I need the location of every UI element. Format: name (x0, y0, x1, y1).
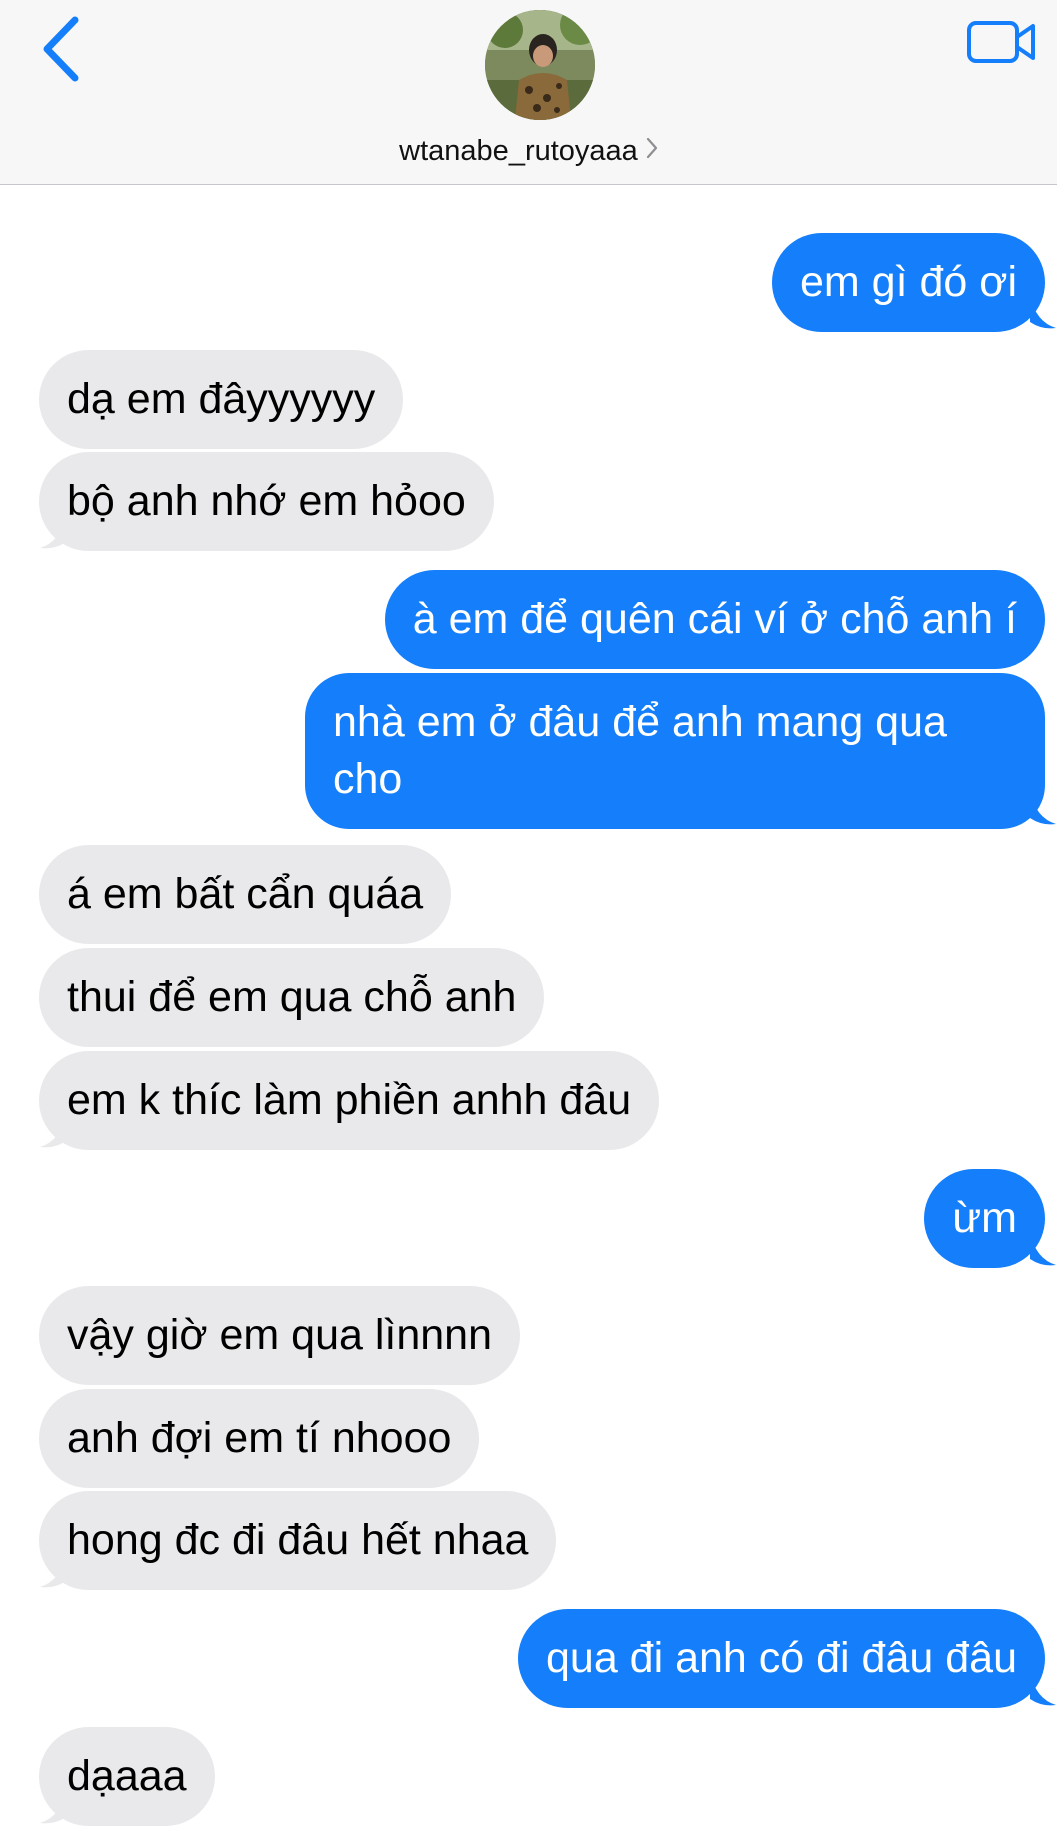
message-text: dạaaa (67, 1752, 187, 1800)
message-text: hong đc đi đâu hết nhaa (67, 1516, 529, 1564)
message-text: à em để quên cái ví ở chỗ anh í (412, 595, 1017, 643)
message-text: em gì đó ơi (799, 258, 1017, 306)
message-text: thui để em qua chỗ anh (67, 973, 517, 1021)
received-message-bubble[interactable]: thui để em qua chỗ anh (39, 948, 545, 1047)
sent-bubble-tail (1030, 792, 1056, 825)
message-text: anh đợi em tí nhooo (67, 1414, 452, 1462)
received-bubble-tail (40, 1791, 66, 1824)
back-button[interactable] (36, 14, 86, 84)
received-message-bubble[interactable]: bộ anh nhớ em hỏoo (39, 452, 494, 551)
sent-bubble-tail (1030, 1673, 1056, 1706)
message-text: vậy giờ em qua lìnnnn (67, 1311, 493, 1359)
received-message-bubble[interactable]: dạ em đâyyyyyy (39, 350, 404, 449)
sent-message-bubble[interactable]: nhà em ở đâu để anh mang qua cho (305, 673, 1045, 829)
sent-message-bubble[interactable]: qua đi anh có đi đâu đâu (517, 1609, 1045, 1708)
message-text: ừm (952, 1194, 1017, 1242)
message-text: bộ anh nhớ em hỏoo (67, 477, 466, 525)
sent-bubble-tail (1030, 296, 1056, 329)
chevron-left-icon (43, 16, 79, 82)
chevron-right-icon (646, 134, 658, 167)
sent-bubble-tail (1030, 1233, 1056, 1266)
received-message-bubble[interactable]: vậy giờ em qua lìnnnn (39, 1286, 521, 1385)
contact-name-button[interactable]: wtanabe_rutoyaaa (0, 135, 1057, 169)
avatar-photo (485, 10, 595, 120)
received-bubble-tail (40, 516, 66, 549)
chat-screen: wtanabe_rutoyaaa em gì đó ơi dạ em đâyyy… (0, 0, 1057, 1842)
received-message-bubble[interactable]: á em bất cẩn quáa (39, 845, 452, 944)
message-text: á em bất cẩn quáa (67, 870, 424, 918)
avatar[interactable] (485, 10, 595, 120)
video-call-button[interactable] (966, 18, 1038, 68)
message-text: qua đi anh có đi đâu đâu (545, 1634, 1017, 1682)
video-camera-icon (967, 21, 1035, 63)
message-text: dạ em đâyyyyyy (67, 375, 376, 423)
conversation-header: wtanabe_rutoyaaa (0, 0, 1057, 185)
received-bubble-tail (40, 1555, 66, 1588)
sent-message-bubble[interactable]: à em để quên cái ví ở chỗ anh í (384, 570, 1045, 669)
sent-message-bubble[interactable]: ừm (924, 1169, 1045, 1268)
message-text: em k thíc làm phiền anhh đâu (67, 1076, 632, 1124)
received-message-bubble[interactable]: anh đợi em tí nhooo (39, 1389, 480, 1488)
received-message-bubble[interactable]: em k thíc làm phiền anhh đâu (39, 1051, 660, 1150)
message-text: nhà em ở đâu để anh mang qua cho (333, 698, 947, 803)
received-bubble-tail (40, 1115, 66, 1148)
received-message-bubble[interactable]: hong đc đi đâu hết nhaa (39, 1491, 557, 1590)
sent-message-bubble[interactable]: em gì đó ơi (771, 233, 1045, 332)
contact-name: wtanabe_rutoyaaa (399, 135, 638, 167)
